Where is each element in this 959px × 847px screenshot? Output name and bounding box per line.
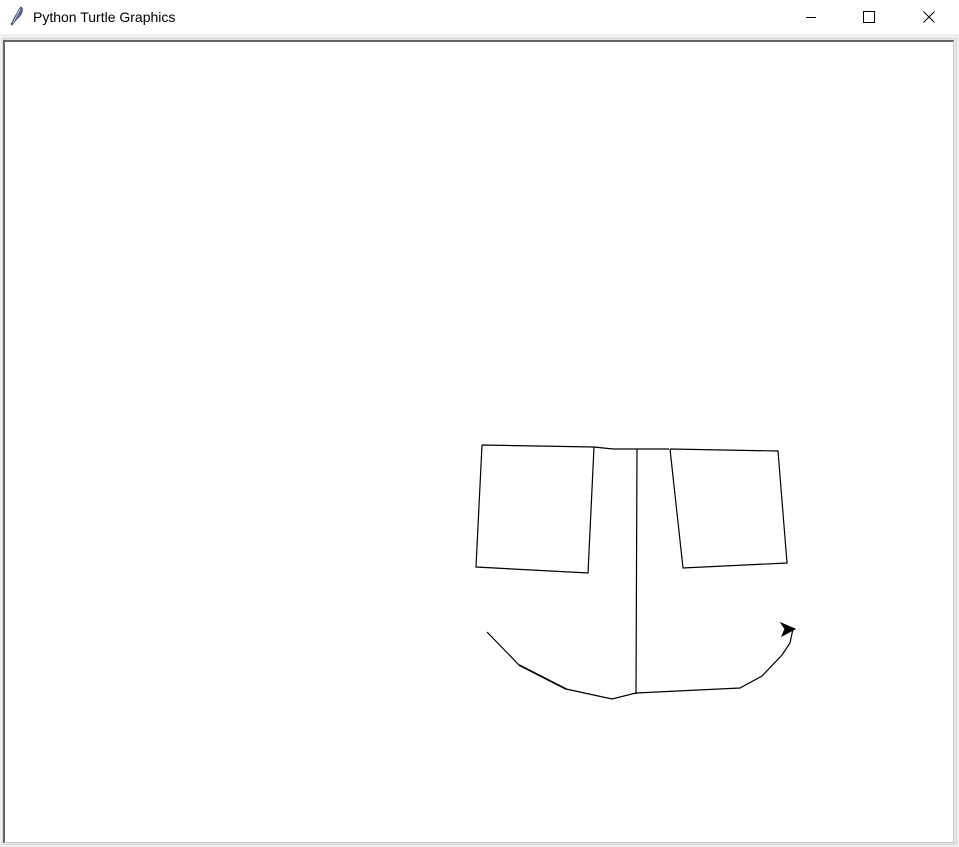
- smile-curve: [486, 628, 794, 700]
- turtle-canvas[interactable]: [3, 40, 954, 843]
- turtle-window: Python Turtle Graphics: [0, 0, 959, 847]
- turtle-cursor: [779, 621, 797, 638]
- maximize-button[interactable]: [840, 0, 898, 34]
- minimize-button[interactable]: [782, 0, 840, 34]
- window-title: Python Turtle Graphics: [33, 9, 176, 25]
- left-eye-outline: [475, 444, 595, 574]
- close-icon: [922, 11, 935, 23]
- turtle-drawing: [475, 444, 797, 700]
- minimize-icon: [806, 17, 816, 18]
- nose-line: [635, 448, 638, 695]
- close-button[interactable]: [898, 0, 959, 34]
- feather-icon: [10, 6, 23, 26]
- title-bar[interactable]: Python Turtle Graphics: [0, 0, 959, 34]
- right-eye-outline: [669, 448, 788, 569]
- brow-line: [593, 446, 669, 450]
- maximize-icon: [863, 11, 875, 23]
